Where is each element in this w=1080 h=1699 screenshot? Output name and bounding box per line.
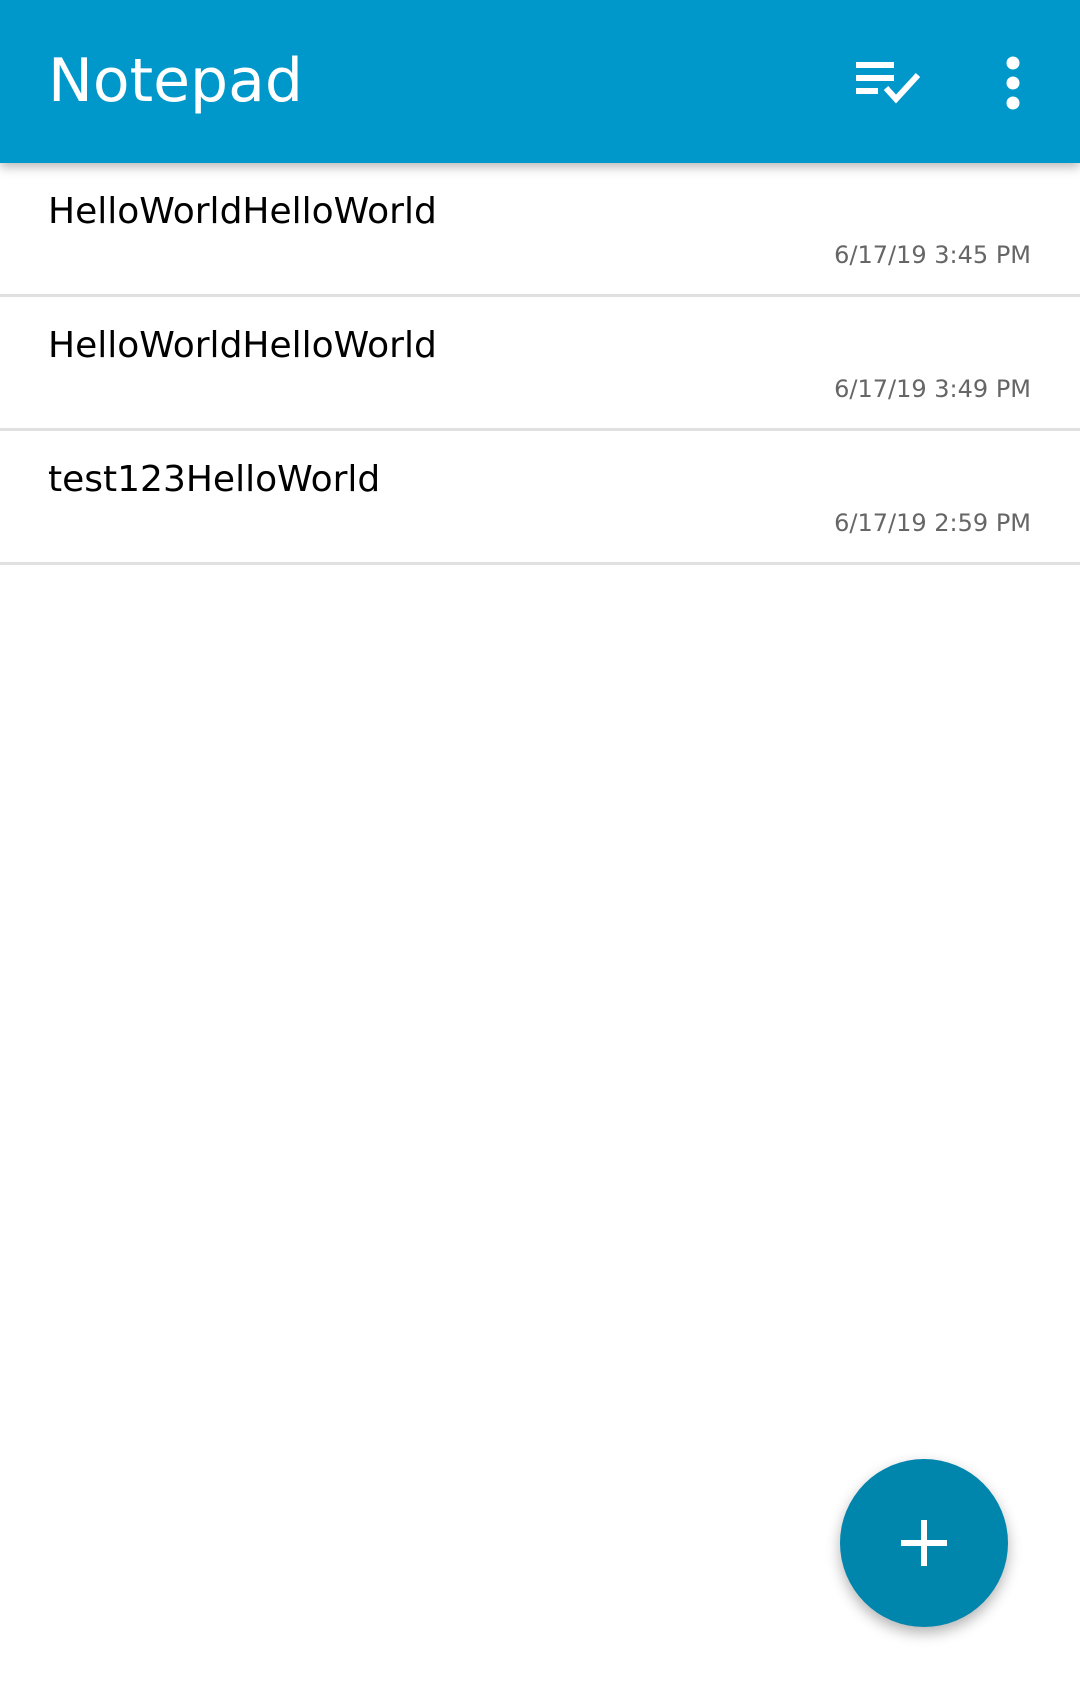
note-list-item[interactable]: HelloWorldHelloWorld 6/17/19 3:45 PM	[0, 163, 1080, 297]
add-note-button[interactable]	[840, 1459, 1008, 1627]
more-vert-icon	[1006, 56, 1020, 110]
note-list-item[interactable]: HelloWorldHelloWorld 6/17/19 3:49 PM	[0, 297, 1080, 431]
playlist-check-icon	[856, 62, 921, 104]
note-list-item[interactable]: test123HelloWorld 6/17/19 2:59 PM	[0, 431, 1080, 565]
note-title: HelloWorldHelloWorld	[48, 191, 437, 232]
overflow-menu-button[interactable]	[968, 38, 1058, 128]
app-bar: Notepad	[0, 0, 1080, 163]
add-icon	[901, 1520, 947, 1566]
select-notes-button[interactable]	[844, 38, 934, 128]
note-date: 6/17/19 3:45 PM	[834, 241, 1031, 269]
note-title: HelloWorldHelloWorld	[48, 325, 437, 366]
app-title: Notepad	[48, 46, 303, 116]
note-title: test123HelloWorld	[48, 459, 381, 500]
note-date: 6/17/19 3:49 PM	[834, 375, 1031, 403]
note-list: HelloWorldHelloWorld 6/17/19 3:45 PM Hel…	[0, 163, 1080, 565]
note-date: 6/17/19 2:59 PM	[834, 509, 1031, 537]
